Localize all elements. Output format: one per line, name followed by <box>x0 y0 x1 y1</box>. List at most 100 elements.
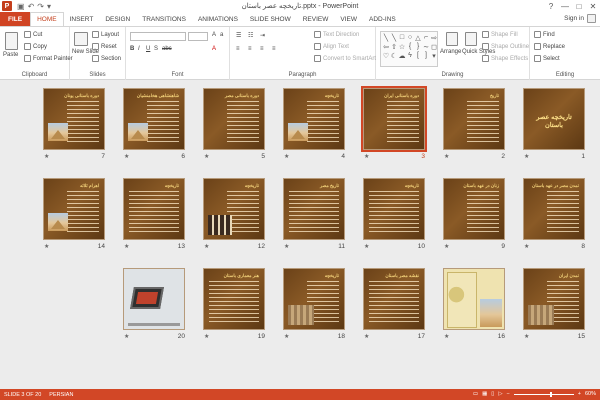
select-button[interactable]: Select <box>534 55 560 62</box>
tab-file[interactable]: FILE <box>0 12 31 26</box>
slide-thumbnail[interactable]: تاریخ مصر <box>283 178 345 240</box>
animation-star-icon[interactable]: ★ <box>284 153 289 160</box>
minimize-button[interactable]: — <box>558 0 572 12</box>
animation-star-icon[interactable]: ★ <box>524 333 529 340</box>
animation-star-icon[interactable]: ★ <box>284 333 289 340</box>
cut-button[interactable]: Cut <box>24 31 42 38</box>
zoom-level[interactable]: 60% <box>585 391 596 397</box>
oval-shape-icon[interactable]: ○ <box>406 33 414 42</box>
animation-star-icon[interactable]: ★ <box>364 243 369 250</box>
zoom-in-icon[interactable]: + <box>578 391 581 397</box>
arrange-icon[interactable] <box>446 32 458 46</box>
redo-icon[interactable]: ↷ <box>37 2 44 11</box>
language-indicator[interactable]: PERSIAN <box>49 392 73 398</box>
tab-home[interactable]: HOME <box>30 12 64 26</box>
reset-button[interactable]: Reset <box>92 43 117 50</box>
numbering-icon[interactable]: ☷ <box>248 32 253 39</box>
curve-shape-icon[interactable]: ∼ <box>422 42 430 51</box>
animation-star-icon[interactable]: ★ <box>284 243 289 250</box>
slide-thumbnail[interactable]: تاریخچه <box>203 178 265 240</box>
tab-review[interactable]: REVIEW <box>297 12 335 26</box>
slide-thumbnail[interactable]: تاریخچه <box>283 268 345 330</box>
arrange-button[interactable]: Arrange <box>440 49 461 55</box>
animation-star-icon[interactable]: ★ <box>124 243 129 250</box>
replace-button[interactable]: Replace <box>534 43 565 50</box>
animation-star-icon[interactable]: ★ <box>444 153 449 160</box>
slide-thumbnail[interactable]: دوره باستانی مصر <box>203 88 265 150</box>
avatar-icon[interactable] <box>587 14 596 23</box>
section-button[interactable]: Section <box>92 55 121 62</box>
align-text-button[interactable]: Align Text <box>314 43 349 50</box>
slide-thumbnail[interactable]: زنان در عهد باستان <box>443 178 505 240</box>
slide-sorter-view-icon[interactable]: ▦ <box>482 391 487 397</box>
slide-thumbnail[interactable]: تاریخچه <box>283 88 345 150</box>
bracket-shape-icon[interactable]: ] <box>422 51 430 60</box>
shape-effects-button[interactable]: Shape Effects <box>482 55 528 62</box>
animation-star-icon[interactable]: ★ <box>124 333 129 340</box>
animation-star-icon[interactable]: ★ <box>444 243 449 250</box>
slide-thumbnail[interactable]: نقشه مصر باستان <box>363 268 425 330</box>
slide-thumbnail[interactable]: تمدن مصر در عهد باستان <box>523 178 585 240</box>
rect-shape-icon[interactable]: □ <box>398 33 406 42</box>
zoom-thumb[interactable] <box>549 391 552 397</box>
tab-animations[interactable]: ANIMATIONS <box>192 12 244 26</box>
line-shape-icon[interactable]: ⌐ <box>422 33 430 42</box>
slide-thumbnail[interactable]: تاریخ <box>443 88 505 150</box>
animation-star-icon[interactable]: ★ <box>124 153 129 160</box>
animation-star-icon[interactable]: ★ <box>204 153 209 160</box>
slide-thumbnail[interactable]: دوره باستانی ایران <box>361 86 427 152</box>
save-icon[interactable]: ▣ <box>17 2 25 11</box>
animation-star-icon[interactable]: ★ <box>204 243 209 250</box>
font-color-icon[interactable]: A <box>212 46 216 52</box>
quick-styles-icon[interactable] <box>465 32 477 46</box>
line-shape-icon[interactable]: ╲ <box>382 33 390 42</box>
shape-fill-button[interactable]: Shape Fill <box>482 31 518 38</box>
zoom-out-icon[interactable]: − <box>507 391 510 397</box>
callout-shape-icon[interactable]: ◻ <box>430 42 438 51</box>
more-shapes-icon[interactable]: ▾ <box>430 51 438 60</box>
slide-thumbnail[interactable] <box>443 268 505 330</box>
shadow-icon[interactable]: S <box>154 46 158 52</box>
slide-thumbnail[interactable]: شاهنشاهی هخامنشیان <box>123 88 185 150</box>
sign-in-label[interactable]: Sign in <box>564 15 584 22</box>
slide-thumbnail[interactable]: هنر معماری باستان <box>203 268 265 330</box>
slideshow-view-icon[interactable]: ▷ <box>498 391 502 397</box>
heart-shape-icon[interactable]: ♡ <box>382 51 390 60</box>
star-shape-icon[interactable]: ☆ <box>398 42 406 51</box>
paste-button[interactable]: Paste <box>3 52 18 58</box>
tab-transitions[interactable]: TRANSITIONS <box>136 12 192 26</box>
text-direction-button[interactable]: Text Direction <box>314 31 359 38</box>
slide-thumbnail[interactable]: تمدن ایران <box>523 268 585 330</box>
zoom-slider[interactable] <box>513 391 574 397</box>
tab-insert[interactable]: INSERT <box>64 12 100 26</box>
help-button[interactable]: ? <box>544 0 558 12</box>
tab-add-ins[interactable]: ADD-INS <box>363 12 402 26</box>
animation-star-icon[interactable]: ★ <box>204 333 209 340</box>
italic-icon[interactable]: I <box>138 46 140 52</box>
align-right-icon[interactable]: ≡ <box>260 46 264 52</box>
animation-star-icon[interactable]: ★ <box>524 153 529 160</box>
brace-shape-icon[interactable]: } <box>414 42 422 51</box>
copy-button[interactable]: Copy <box>24 43 47 50</box>
animation-star-icon[interactable]: ★ <box>44 243 49 250</box>
tab-design[interactable]: DESIGN <box>99 12 136 26</box>
arrow-shape-icon[interactable]: ⇨ <box>430 33 438 42</box>
new-slide-icon[interactable] <box>74 32 88 46</box>
triangle-shape-icon[interactable]: △ <box>414 33 422 42</box>
find-button[interactable]: Find <box>534 31 555 38</box>
close-button[interactable]: ✕ <box>586 0 600 12</box>
slide-thumbnail[interactable]: تاریخچه <box>123 178 185 240</box>
sign-in[interactable]: Sign in <box>564 14 596 23</box>
animation-star-icon[interactable]: ★ <box>364 153 369 160</box>
shapes-gallery[interactable]: ╲ ╲ □ ○ △ ⌐ ⇨ ⇦ ⇧ ☆ { } ∼ ◻ ♡ ☾ ☁ ϟ [ ] … <box>380 31 438 67</box>
convert-smartart-button[interactable]: Convert to SmartArt <box>314 55 376 62</box>
align-center-icon[interactable]: ≡ <box>248 46 252 52</box>
slide-thumbnail[interactable]: اهرام ثلاثه <box>43 178 105 240</box>
indent-icon[interactable]: ⇥ <box>260 32 265 39</box>
bullets-icon[interactable]: ☰ <box>236 32 241 39</box>
strikethrough-icon[interactable]: abc <box>162 46 172 52</box>
normal-view-icon[interactable]: ▭ <box>473 391 478 397</box>
animation-star-icon[interactable]: ★ <box>524 243 529 250</box>
bracket-shape-icon[interactable]: [ <box>414 51 422 60</box>
align-left-icon[interactable]: ≡ <box>236 46 240 52</box>
